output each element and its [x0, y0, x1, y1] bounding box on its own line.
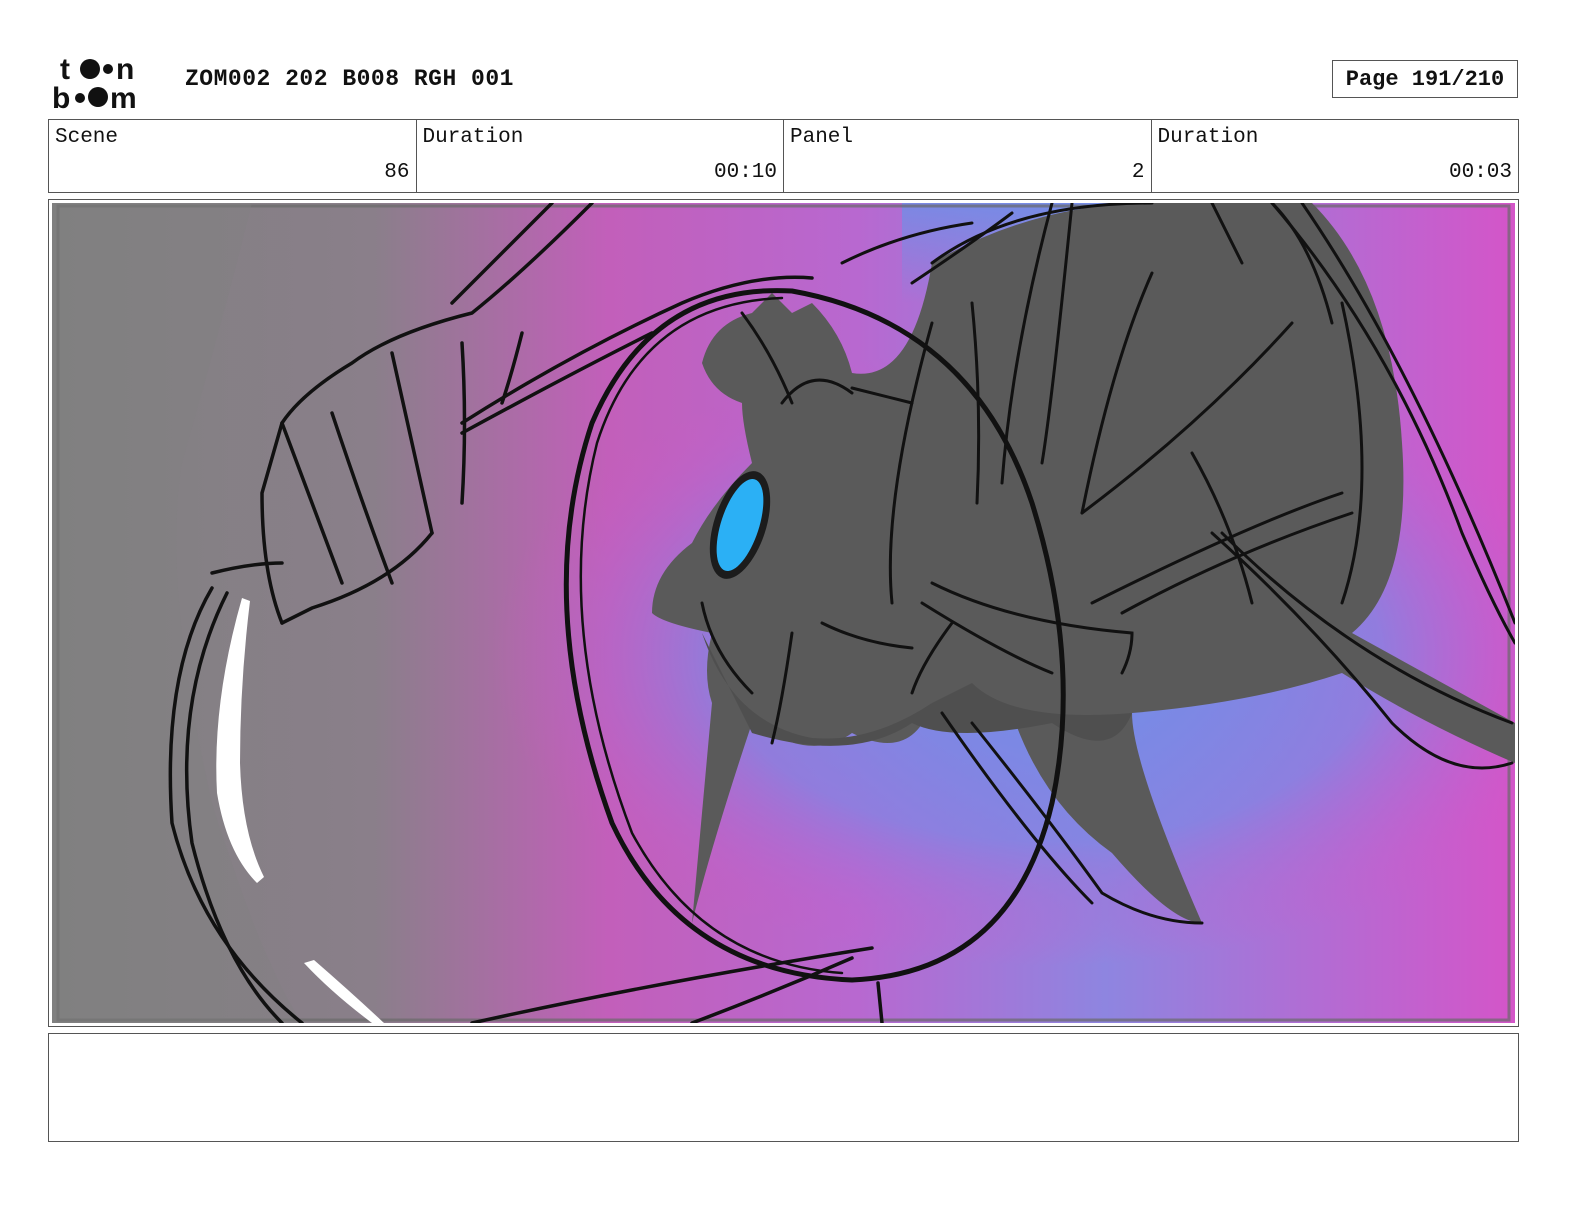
notes-box	[48, 1033, 1519, 1142]
svg-text:m: m	[110, 82, 137, 112]
panel-duration-label: Duration	[1157, 126, 1259, 149]
panel-label: Panel	[790, 126, 854, 149]
scene-cell: Scene 86	[49, 120, 416, 192]
panel-info-row: Scene 86 Duration 00:10 Panel 2 Duration…	[48, 119, 1519, 193]
toon-boom-logo: t n b m	[52, 52, 164, 115]
scene-duration-value: 00:10	[713, 161, 777, 184]
storyboard-drawing	[52, 201, 1517, 1025]
panel-cell: Panel 2	[783, 120, 1151, 192]
scene-duration-label: Duration	[422, 126, 524, 149]
page-number: Page 191/210	[1332, 60, 1518, 98]
svg-text:b: b	[52, 82, 70, 112]
panel-value: 2	[1131, 161, 1145, 184]
scene-value: 86	[384, 161, 410, 184]
panel-duration-value: 00:03	[1448, 161, 1512, 184]
scene-label: Scene	[55, 126, 119, 149]
project-code: ZOM002 202 B008 RGH 001	[185, 66, 514, 92]
scene-duration-cell: Duration 00:10	[415, 120, 784, 192]
panel-duration-cell: Duration 00:03	[1150, 120, 1519, 192]
